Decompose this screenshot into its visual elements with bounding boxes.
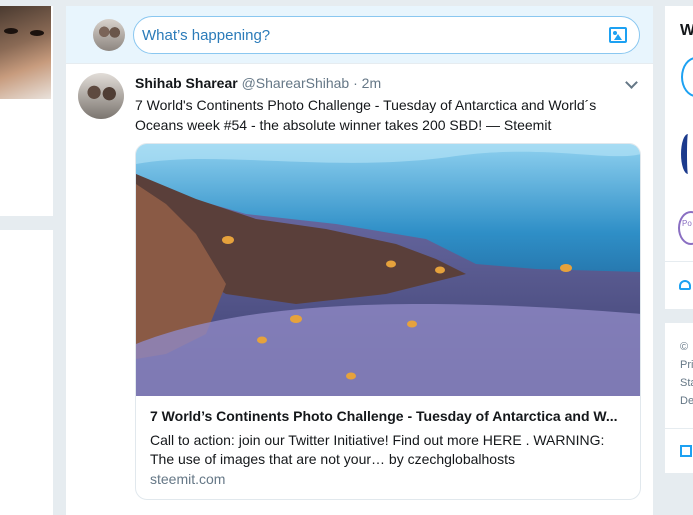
photo-detail xyxy=(4,28,18,34)
suggested-account-avatar[interactable]: Po P xyxy=(678,211,693,245)
tweet-author-handle[interactable]: @SharearShihab xyxy=(242,75,350,91)
tweet-timestamp[interactable]: 2m xyxy=(362,75,381,91)
profile-photo[interactable] xyxy=(0,6,51,99)
tweet-header: Shihab Sharear @SharearShihab · 2m xyxy=(135,75,381,91)
footer-link[interactable]: De xyxy=(680,395,693,407)
chevron-down-icon[interactable] xyxy=(625,76,638,89)
left-profile-card xyxy=(0,6,53,216)
tweet[interactable]: Shihab Sharear @SharearShihab · 2m 7 Wor… xyxy=(66,65,653,515)
photo-detail xyxy=(30,30,44,36)
card-domain: steemit.com xyxy=(150,471,226,487)
footer-link[interactable]: Sta xyxy=(680,377,693,389)
card-title: 7 World’s Continents Photo Challenge - T… xyxy=(150,408,618,424)
add-photo-icon[interactable] xyxy=(609,27,627,43)
tweet-text: 7 World's Continents Photo Challenge - T… xyxy=(135,97,597,133)
footer-link[interactable]: Pri xyxy=(680,359,693,371)
suggested-account-avatar[interactable] xyxy=(681,134,693,174)
footer-card: © Pri Sta De xyxy=(665,323,693,473)
left-secondary-card xyxy=(0,230,53,515)
suggested-account-avatar[interactable] xyxy=(681,57,693,97)
divider xyxy=(665,261,693,262)
people-icon[interactable] xyxy=(679,280,691,290)
tweet-avatar[interactable] xyxy=(78,73,124,119)
tweet-author-name[interactable]: Shihab Sharear xyxy=(135,75,238,91)
timeline: What’s happening? Shihab Sharear @Sharea… xyxy=(66,6,653,515)
composer-avatar[interactable] xyxy=(93,19,125,51)
footer-link: © xyxy=(680,341,689,353)
sidebar-heading: W xyxy=(680,22,693,39)
compose-placeholder: What’s happening? xyxy=(142,27,271,44)
link-card[interactable]: 7 World’s Continents Photo Challenge - T… xyxy=(135,143,641,500)
card-image xyxy=(136,144,640,396)
compose-tweet-input[interactable]: What’s happening? xyxy=(133,16,640,54)
who-to-follow-card: W Po P xyxy=(665,6,693,309)
card-description: Call to action: join our Twitter Initiat… xyxy=(150,432,605,467)
tweet-separator: · xyxy=(353,75,358,91)
tweet-composer: What’s happening? xyxy=(66,6,653,64)
expand-icon[interactable] xyxy=(680,445,692,457)
divider xyxy=(665,428,693,429)
